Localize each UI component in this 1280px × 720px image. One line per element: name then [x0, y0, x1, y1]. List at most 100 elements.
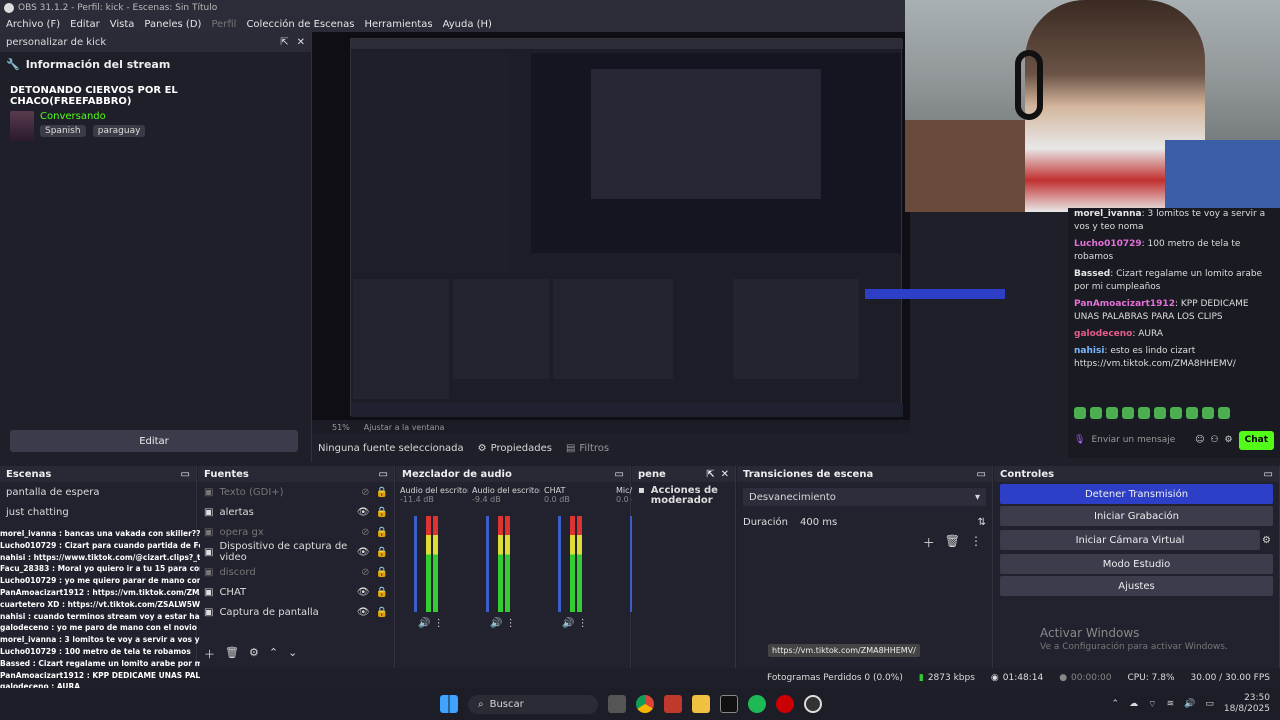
capcut-icon[interactable]: [720, 695, 738, 713]
dock-menu-icon[interactable]: ▭: [181, 469, 190, 480]
obs-icon[interactable]: [804, 695, 822, 713]
menu-vista[interactable]: Vista: [110, 19, 135, 30]
emote-icon[interactable]: [1074, 407, 1086, 419]
scene-item[interactable]: pantalla de espera: [0, 482, 196, 502]
lock-icon[interactable]: 🔒: [376, 547, 388, 558]
mute-icon[interactable]: 🔊 ⋮: [418, 618, 444, 629]
visibility-icon[interactable]: ⊘: [361, 527, 369, 538]
edit-button[interactable]: Editar: [10, 430, 298, 452]
stop-stream-button[interactable]: Detener Transmisión: [1000, 484, 1273, 504]
network-icon[interactable]: ⌔: [1148, 699, 1156, 710]
trash-icon[interactable]: 🗑: [945, 534, 960, 551]
stepper-icon[interactable]: ⇅: [978, 517, 986, 528]
transition-select[interactable]: Desvanecimiento ▾: [743, 488, 986, 506]
cloud-icon[interactable]: ☁: [1129, 699, 1138, 709]
wifi-icon[interactable]: ≋: [1167, 699, 1175, 709]
dock-menu-icon[interactable]: ▭: [977, 469, 986, 480]
filters-button[interactable]: ▤ Filtros: [566, 443, 609, 454]
zoom-level[interactable]: 51%: [332, 423, 350, 432]
source-item[interactable]: ▣ Texto (GDI+) ⊘ 🔒: [198, 482, 394, 502]
float-icon[interactable]: ⇱: [280, 37, 288, 48]
battery-icon[interactable]: ▭: [1205, 699, 1214, 709]
down-icon[interactable]: ⌄: [288, 646, 297, 662]
lock-icon[interactable]: 🔒: [376, 567, 388, 578]
fit-window[interactable]: Ajustar a la ventana: [364, 423, 445, 432]
chat-username[interactable]: morel_ivanna: [1074, 209, 1142, 219]
float-icon[interactable]: ⇱: [706, 469, 714, 480]
windows-start-icon[interactable]: [440, 695, 458, 713]
menu-coleccion[interactable]: Colección de Escenas: [246, 19, 354, 30]
visibility-icon[interactable]: 👁: [357, 587, 370, 598]
taskbar-search[interactable]: ⌕ Buscar: [468, 694, 598, 714]
lock-icon[interactable]: 🔒: [376, 527, 388, 538]
emote-icon[interactable]: [1186, 407, 1198, 419]
lock-icon[interactable]: 🔒: [376, 607, 388, 618]
chat-username[interactable]: Bassed: [1074, 269, 1110, 279]
more-icon[interactable]: ⋮: [970, 534, 982, 551]
emote-icon[interactable]: [1218, 407, 1230, 419]
gear-icon[interactable]: ⚙: [1262, 535, 1271, 546]
add-icon[interactable]: ＋: [923, 534, 935, 551]
visibility-icon[interactable]: ⊘: [361, 567, 369, 578]
mute-icon[interactable]: 🔊 ⋮: [490, 618, 516, 629]
studio-mode-button[interactable]: Modo Estudio: [1000, 554, 1273, 574]
source-item[interactable]: ▣ alertas 👁 🔒: [198, 502, 394, 522]
close-icon[interactable]: ✕: [721, 469, 729, 480]
clock[interactable]: 23:50 18/8/2025: [1224, 693, 1270, 715]
office-icon[interactable]: [664, 695, 682, 713]
close-icon[interactable]: ✕: [297, 37, 305, 48]
source-item[interactable]: ▣ CHAT 👁 🔒: [198, 582, 394, 602]
visibility-icon[interactable]: 👁: [357, 607, 370, 618]
source-item[interactable]: ▣ Dispositivo de captura de video 👁 🔒: [198, 541, 394, 563]
visibility-icon[interactable]: ⊘: [361, 487, 369, 498]
settings-button[interactable]: Ajustes: [1000, 576, 1273, 596]
add-icon[interactable]: ＋: [204, 646, 215, 662]
emote-icon[interactable]: [1202, 407, 1214, 419]
file-explorer-icon[interactable]: [692, 695, 710, 713]
emote-icon[interactable]: [1170, 407, 1182, 419]
source-item[interactable]: ▣ Captura de pantalla 👁 🔒: [198, 602, 394, 622]
trash-icon[interactable]: 🗑: [225, 646, 239, 662]
chevron-up-icon[interactable]: ⌃: [1112, 699, 1120, 709]
dock-menu-icon[interactable]: ▭: [615, 469, 624, 480]
emote-icon[interactable]: [1154, 407, 1166, 419]
gear-icon[interactable]: ⚙: [249, 646, 259, 662]
chat-username[interactable]: nahisi: [1074, 346, 1104, 356]
source-item[interactable]: ▣ opera gx ⊘ 🔒: [198, 522, 394, 542]
menu-paneles[interactable]: Paneles (D): [144, 19, 201, 30]
visibility-icon[interactable]: 👁: [357, 547, 370, 558]
volume-fader[interactable]: [486, 516, 489, 612]
emote-icon[interactable]: [1138, 407, 1150, 419]
up-icon[interactable]: ⌃: [269, 646, 278, 662]
chat-username[interactable]: PanAmoacizart1912: [1074, 299, 1175, 309]
users-icon[interactable]: ⚇: [1210, 434, 1218, 447]
emote-icon[interactable]: [1090, 407, 1102, 419]
menu-herramientas[interactable]: Herramientas: [364, 19, 432, 30]
emote-icon[interactable]: [1106, 407, 1118, 419]
dock-menu-icon[interactable]: ▭: [379, 469, 388, 480]
preview-canvas[interactable]: [312, 32, 1005, 420]
volume-fader[interactable]: [558, 516, 561, 612]
dock-menu-icon[interactable]: ▭: [1264, 469, 1273, 480]
volume-icon[interactable]: 🔊: [1184, 699, 1195, 709]
emoji-icon[interactable]: ☺: [1195, 434, 1204, 447]
source-item[interactable]: ▣ discord ⊘ 🔒: [198, 562, 394, 582]
lock-icon[interactable]: 🔒: [376, 507, 388, 518]
chrome-icon[interactable]: [636, 695, 654, 713]
lock-icon[interactable]: 🔒: [376, 587, 388, 598]
mic-icon[interactable]: 🎙: [1074, 434, 1085, 447]
spotify-icon[interactable]: [748, 695, 766, 713]
menu-perfil[interactable]: Perfil: [211, 19, 236, 30]
mute-icon[interactable]: 🔊 ⋮: [562, 618, 588, 629]
chat-send-button[interactable]: Chat: [1238, 430, 1274, 450]
menu-editar[interactable]: Editar: [70, 19, 100, 30]
scene-item[interactable]: just chatting: [0, 502, 196, 522]
start-recording-button[interactable]: Iniciar Grabación: [1000, 506, 1273, 526]
chat-input[interactable]: Enviar un mensaje: [1091, 435, 1189, 445]
opera-gx-icon[interactable]: [776, 695, 794, 713]
properties-button[interactable]: ⚙ Propiedades: [478, 443, 552, 454]
lock-icon[interactable]: 🔒: [376, 487, 388, 498]
menu-ayuda[interactable]: Ayuda (H): [443, 19, 492, 30]
emote-icon[interactable]: [1122, 407, 1134, 419]
duration-input[interactable]: 400 ms: [800, 517, 972, 528]
